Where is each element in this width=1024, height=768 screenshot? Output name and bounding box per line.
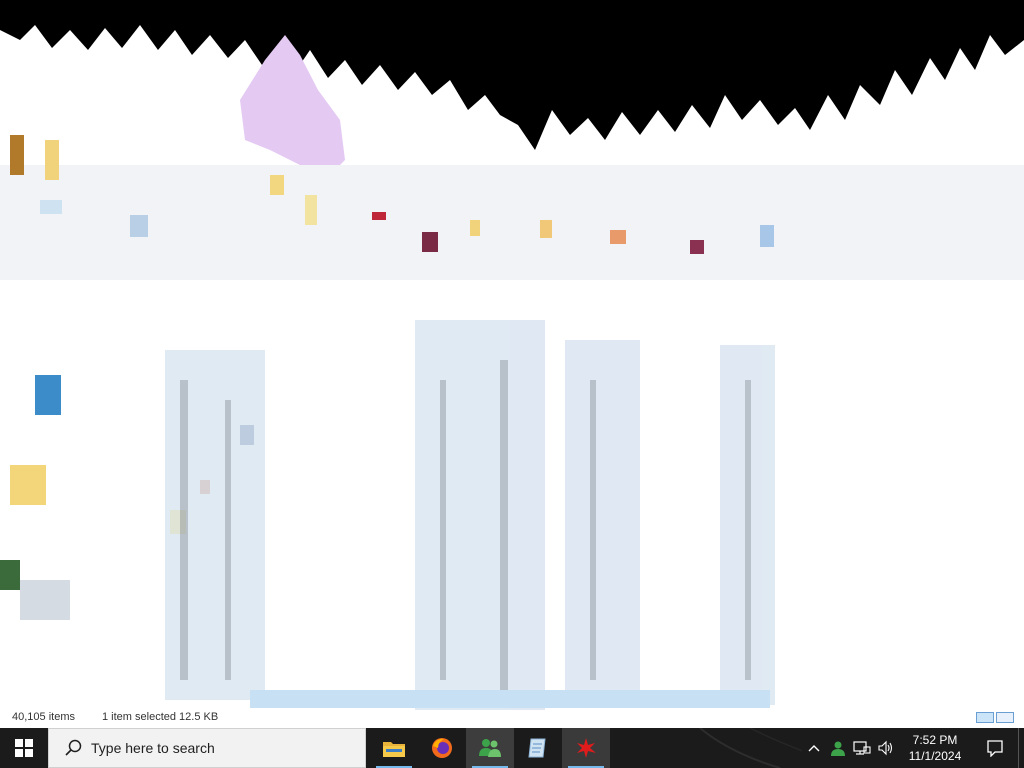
network-icon — [853, 741, 871, 755]
taskbar-red-app[interactable] — [562, 728, 610, 768]
taskbar-empty-area — [610, 728, 802, 768]
tray-people[interactable] — [826, 728, 850, 768]
notepad-icon — [528, 738, 546, 758]
red-burst-icon — [577, 738, 596, 758]
tray-volume[interactable] — [874, 728, 898, 768]
people-icon — [831, 741, 845, 756]
view-toggle — [976, 712, 1016, 724]
gray-glitch-band — [0, 165, 1024, 280]
taskbar-notepad-app[interactable] — [514, 728, 562, 768]
taskbar-clock[interactable]: 7:52 PM 11/1/2024 — [898, 728, 972, 768]
people-icon — [479, 739, 501, 757]
taskbar-file-explorer[interactable] — [370, 728, 418, 768]
firefox-icon — [432, 738, 452, 758]
search-icon — [63, 738, 83, 758]
taskbar-search-box[interactable]: Type here to search — [48, 728, 366, 768]
explorer-window: 40,105 items 1 item selected 12.5 KB — [0, 0, 1024, 728]
show-hidden-icons-button[interactable] — [802, 728, 826, 768]
corrupted-window-content — [0, 0, 1024, 710]
system-tray: 7:52 PM 11/1/2024 — [802, 728, 1024, 768]
windows-logo-icon — [15, 739, 33, 757]
status-selection: 1 item selected 12.5 KB — [102, 711, 219, 723]
taskbar-firefox[interactable] — [418, 728, 466, 768]
status-bar: 40,105 items 1 item selected 12.5 KB — [0, 708, 1024, 728]
status-item-count: 40,105 items — [12, 711, 75, 723]
column-noise-strips — [165, 320, 775, 710]
taskbar-pinned-apps — [370, 728, 610, 768]
search-placeholder: Type here to search — [91, 740, 215, 756]
notification-icon — [987, 740, 1003, 757]
desktop-peek-artifact — [699, 728, 802, 768]
show-desktop-button[interactable] — [1018, 728, 1024, 768]
volume-icon — [878, 740, 893, 756]
action-center-button[interactable] — [972, 728, 1018, 768]
details-view-button[interactable] — [976, 712, 994, 723]
start-button[interactable] — [0, 728, 48, 768]
chevron-up-icon — [808, 745, 820, 752]
taskbar-users-app[interactable] — [466, 728, 514, 768]
clock-time: 7:52 PM — [912, 733, 958, 747]
large-icons-view-button[interactable] — [996, 712, 1014, 723]
clock-date: 11/1/2024 — [908, 749, 962, 763]
desktop-screen: 40,105 items 1 item selected 12.5 KB Typ… — [0, 0, 1024, 768]
bottom-blue-band — [250, 690, 770, 708]
taskbar: Type here to search 7:52 PM 11/1/2024 — [0, 728, 1024, 768]
tray-network[interactable] — [850, 728, 874, 768]
black-glitch-region — [0, 0, 1024, 150]
folder-icon — [383, 742, 405, 757]
